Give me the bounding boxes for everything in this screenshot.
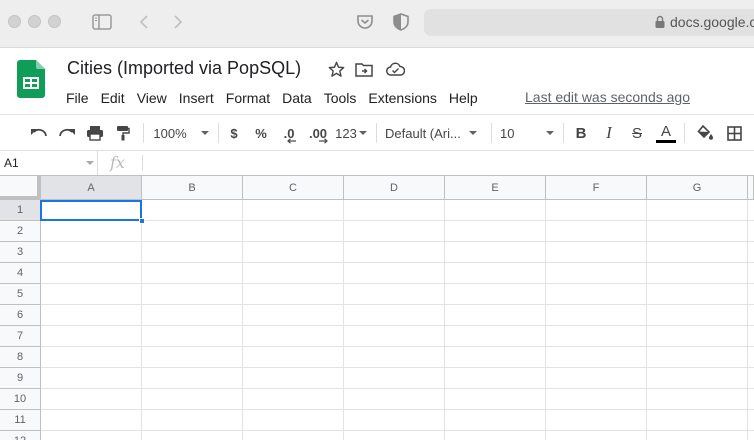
arrow-right-icon xyxy=(319,138,328,144)
redo-icon[interactable] xyxy=(56,121,78,145)
url-text[interactable]: docs.google.c xyxy=(670,14,754,30)
italic-button[interactable]: I xyxy=(599,121,619,145)
column-header-h[interactable] xyxy=(748,176,754,200)
cell-reference: A1 xyxy=(4,156,19,170)
menu-tools[interactable]: Tools xyxy=(324,90,357,106)
lock-icon xyxy=(655,15,665,28)
zoom-value: 100% xyxy=(153,125,187,141)
fill-handle[interactable] xyxy=(139,218,145,224)
undo-icon[interactable] xyxy=(28,121,50,145)
select-all-corner[interactable] xyxy=(0,176,41,200)
chevron-down-icon xyxy=(200,131,209,135)
row-header-10[interactable]: 10 xyxy=(0,389,41,410)
more-formats-button[interactable]: 123 xyxy=(334,121,368,145)
spreadsheet-grid[interactable]: A B C D E F G 1 2 3 4 5 6 7 8 9 10 11 12 xyxy=(0,176,754,440)
back-icon[interactable] xyxy=(132,10,156,34)
font-family-value: Default (Ari... xyxy=(385,125,461,141)
forward-icon[interactable] xyxy=(166,10,190,34)
row-header-5[interactable]: 5 xyxy=(0,284,41,305)
chevron-down-icon xyxy=(546,131,555,135)
fx-icon: fx xyxy=(110,153,125,172)
row-header-2[interactable]: 2 xyxy=(0,221,41,242)
screen: docs.google.c Cities (Imported via PopSQ… xyxy=(0,0,754,440)
row-header-3[interactable]: 3 xyxy=(0,242,41,263)
menu-help[interactable]: Help xyxy=(449,90,478,106)
row-header-8[interactable]: 8 xyxy=(0,347,41,368)
decrease-decimal-button[interactable]: .0 xyxy=(279,121,299,145)
minimize-window-button[interactable] xyxy=(28,15,41,28)
chevron-down-icon xyxy=(468,131,477,135)
menu-insert[interactable]: Insert xyxy=(179,90,214,106)
last-edit-link[interactable]: Last edit was seconds ago xyxy=(525,89,690,105)
column-header-e[interactable]: E xyxy=(445,176,546,200)
paint-format-icon[interactable] xyxy=(113,121,133,145)
menu-bar: File Edit View Insert Format Data Tools … xyxy=(66,88,490,108)
row-header-1[interactable]: 1 xyxy=(0,200,41,221)
strikethrough-button[interactable]: S xyxy=(627,121,647,145)
name-box[interactable]: A1 xyxy=(0,151,98,175)
currency-format-button[interactable]: $ xyxy=(226,121,242,145)
close-window-button[interactable] xyxy=(8,15,21,28)
row-header-7[interactable]: 7 xyxy=(0,326,41,347)
row-header-11[interactable]: 11 xyxy=(0,410,41,431)
text-color-button[interactable]: A xyxy=(655,121,677,145)
zoom-window-button[interactable] xyxy=(48,15,61,28)
text-color-swatch xyxy=(656,139,676,143)
privacy-shield-icon[interactable] xyxy=(389,10,413,34)
arrow-left-icon xyxy=(287,138,296,144)
font-size-select[interactable]: 10 xyxy=(500,121,558,145)
menu-view[interactable]: View xyxy=(137,90,167,106)
row-header-6[interactable]: 6 xyxy=(0,305,41,326)
sheets-logo-icon[interactable] xyxy=(17,60,45,98)
menu-file[interactable]: File xyxy=(66,90,89,106)
sidebar-toggle-icon[interactable] xyxy=(90,10,114,34)
move-folder-icon[interactable] xyxy=(354,59,374,79)
menu-edit[interactable]: Edit xyxy=(101,90,125,106)
menu-format[interactable]: Format xyxy=(226,90,270,106)
selected-cell-a1[interactable] xyxy=(40,200,142,221)
row-header-12[interactable]: 12 xyxy=(0,431,41,440)
chevron-down-icon xyxy=(358,131,367,135)
column-header-d[interactable]: D xyxy=(344,176,445,200)
zoom-select[interactable]: 100% xyxy=(150,121,212,145)
column-header-c[interactable]: C xyxy=(243,176,344,200)
font-size-value: 10 xyxy=(500,125,515,141)
bold-button[interactable]: B xyxy=(571,121,591,145)
row-header-9[interactable]: 9 xyxy=(0,368,41,389)
star-icon[interactable] xyxy=(326,59,346,79)
column-header-g[interactable]: G xyxy=(647,176,748,200)
pocket-icon[interactable] xyxy=(353,10,377,34)
menu-data[interactable]: Data xyxy=(282,90,312,106)
font-family-select[interactable]: Default (Ari... xyxy=(385,121,483,145)
column-header-f[interactable]: F xyxy=(546,176,647,200)
formatting-toolbar: 100% $ % .0 .00 123 Default (Ari... 10 B… xyxy=(0,114,754,151)
print-icon[interactable] xyxy=(84,121,106,145)
percent-format-button[interactable]: % xyxy=(253,121,269,145)
column-header-b[interactable]: B xyxy=(142,176,243,200)
cloud-status-icon[interactable] xyxy=(385,59,405,79)
chevron-down-icon xyxy=(86,161,94,165)
browser-toolbar: docs.google.c xyxy=(0,0,754,48)
increase-decimal-button[interactable]: .00 xyxy=(306,121,330,145)
fill-color-icon[interactable] xyxy=(695,121,715,145)
formula-bar: A1 fx xyxy=(0,151,754,176)
menu-extensions[interactable]: Extensions xyxy=(368,90,436,106)
column-header-a[interactable]: A xyxy=(41,176,142,200)
document-title[interactable]: Cities (Imported via PopSQL) xyxy=(67,58,301,79)
row-header-4[interactable]: 4 xyxy=(0,263,41,284)
borders-icon[interactable] xyxy=(724,121,744,145)
sheets-header: Cities (Imported via PopSQL) File Edit V… xyxy=(0,48,754,114)
